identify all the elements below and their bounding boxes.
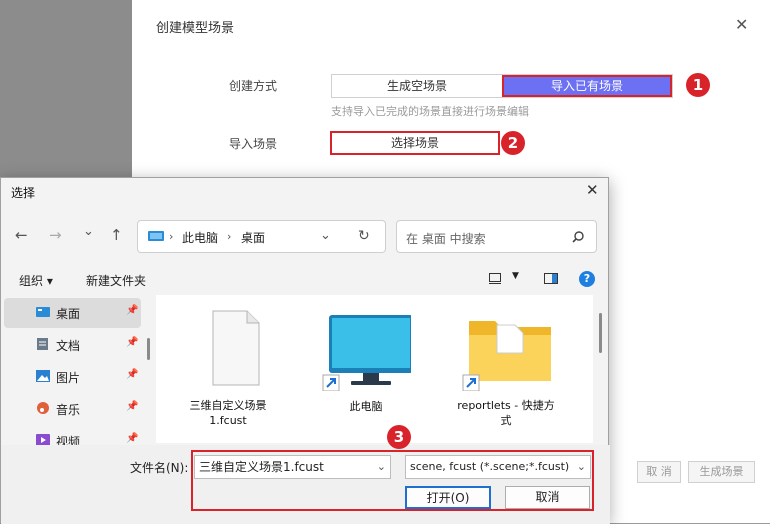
breadcrumb-separator-icon: › (169, 230, 174, 243)
import-hint: 支持导入已完成的场景直接进行场景编辑 (331, 105, 529, 118)
search-placeholder: 在 桌面 中搜索 (406, 232, 486, 246)
breadcrumb-desktop[interactable]: 桌面 (241, 229, 265, 246)
up-arrow-icon[interactable]: ↑ (110, 226, 123, 244)
sidebar-item-label: 桌面 (56, 307, 81, 321)
annotation-badge-1: 1 (686, 73, 710, 97)
pictures-icon (36, 370, 50, 382)
search-box[interactable]: 在 桌面 中搜索 (396, 220, 597, 253)
filename-dropdown-chevron-icon[interactable]: ⌄ (377, 456, 386, 478)
address-bar[interactable]: › 此电脑 › 桌面 ⌄ ↻ (137, 220, 386, 253)
desktop-icon (36, 307, 50, 317)
breadcrumb-separator-icon: › (227, 230, 232, 243)
mode-empty-scene-option[interactable]: 生成空场景 (332, 75, 502, 97)
file-item[interactable]: 此电脑 (316, 313, 416, 414)
view-mode-chevron-icon[interactable]: ▼ (512, 271, 519, 281)
pin-icon: 📌 (126, 433, 139, 444)
forward-arrow-icon[interactable]: → (49, 226, 62, 244)
help-icon[interactable]: ? (579, 271, 595, 287)
filter-dropdown-chevron-icon: ⌄ (576, 460, 586, 473)
organize-menu[interactable]: 组织 ▾ (19, 272, 53, 289)
sidebar-item-label: 音乐 (56, 403, 81, 417)
modal-title: 创建模型场景 (156, 21, 235, 36)
sidebar-scrollbar[interactable] (147, 338, 150, 360)
recent-locations-chevron-icon[interactable]: ⌄ (83, 224, 94, 239)
music-icon (37, 402, 49, 414)
pin-icon: 📌 (126, 369, 139, 380)
sidebar-item-label: 文档 (56, 339, 81, 353)
dialog-cancel-button[interactable]: 取消 (505, 486, 590, 509)
file-type-filter-select[interactable]: scene, fcust (*.scene;*.fcust) ⌄ (405, 455, 591, 479)
breadcrumb-this-pc[interactable]: 此电脑 (182, 229, 218, 246)
file-item[interactable]: reportlets - 快捷方式 (456, 313, 556, 428)
sidebar-item-music[interactable]: 音乐 📌 (4, 394, 141, 424)
pin-icon: 📌 (126, 401, 139, 412)
file-name: 三维自定义场景1.fcust (189, 399, 267, 427)
select-scene-button[interactable]: 选择场景 (330, 131, 500, 155)
create-mode-label: 创建方式 (229, 79, 278, 93)
filename-label: 文件名(N): (130, 461, 189, 475)
video-icon (36, 434, 50, 445)
document-icon (37, 338, 48, 350)
back-arrow-icon[interactable]: ← (15, 226, 28, 244)
pin-icon: 📌 (126, 305, 139, 316)
sidebar-item-desktop[interactable]: 桌面 📌 (4, 298, 141, 328)
sidebar-item-documents[interactable]: 文档 📌 (4, 330, 141, 360)
address-dropdown-chevron-icon[interactable]: ⌄ (320, 228, 331, 243)
generate-scene-button[interactable]: 生成场景 (688, 461, 755, 483)
sidebar-item-videos[interactable]: 视频 📌 (4, 426, 141, 445)
file-item[interactable]: 三维自定义场景1.fcust (178, 309, 278, 428)
open-button[interactable]: 打开(O) (405, 486, 491, 509)
annotation-badge-3: 3 (387, 425, 411, 449)
file-name: 此电脑 (349, 400, 383, 413)
refresh-icon[interactable]: ↻ (358, 228, 370, 244)
import-scene-label: 导入场景 (229, 137, 278, 151)
modal-close-icon[interactable]: ✕ (735, 15, 748, 34)
preview-pane-icon[interactable] (544, 273, 558, 284)
create-mode-toggle: 生成空场景 导入已有场景 (331, 74, 673, 98)
new-folder-button[interactable]: 新建文件夹 (86, 272, 146, 289)
sidebar-item-label: 图片 (56, 371, 81, 385)
annotation-badge-2: 2 (501, 131, 525, 155)
modal-cancel-button[interactable]: 取 消 (637, 461, 681, 483)
pin-icon: 📌 (126, 337, 139, 348)
monitor-icon (322, 315, 413, 392)
blank-file-icon (212, 310, 260, 386)
view-mode-icon[interactable] (489, 273, 501, 284)
filename-value: 三维自定义场景1.fcust (199, 460, 324, 474)
dialog-close-icon[interactable]: ✕ (586, 181, 599, 199)
computer-icon (148, 231, 164, 241)
navigation-pane: 桌面 📌 文档 📌 图片 📌 音乐 📌 视频 📌 (1, 295, 141, 445)
content-scrollbar[interactable] (599, 313, 602, 353)
sidebar-item-pictures[interactable]: 图片 📌 (4, 362, 141, 392)
search-icon[interactable] (572, 231, 584, 243)
dialog-title: 选择 (11, 186, 36, 200)
sidebar-item-label: 视频 (56, 435, 81, 445)
mode-import-scene-option[interactable]: 导入已有场景 (502, 75, 672, 97)
filename-input[interactable]: 三维自定义场景1.fcust ⌄ (194, 455, 391, 479)
file-list: 三维自定义场景1.fcust 此电脑 reportlets - 快捷方式 (156, 295, 593, 443)
folder-shortcut-icon (462, 321, 551, 392)
file-type-filter-value: scene, fcust (*.scene;*.fcust) (410, 460, 570, 473)
file-name: reportlets - 快捷方式 (457, 399, 555, 427)
